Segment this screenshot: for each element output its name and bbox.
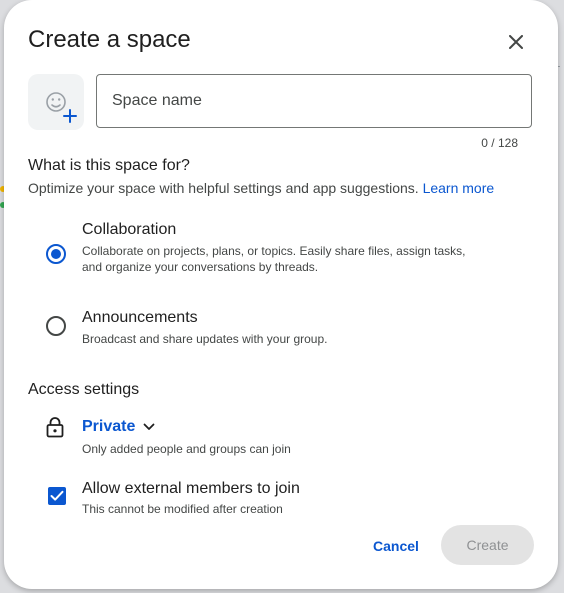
add-emoji-icon	[46, 92, 77, 123]
purpose-subtitle: Optimize your space with helpful setting…	[28, 180, 494, 196]
access-settings-heading: Access settings	[28, 381, 140, 398]
lock-icon	[46, 417, 64, 438]
character-counter: 0 / 128	[481, 136, 518, 150]
dialog-title: Create a space	[28, 26, 191, 53]
add-emoji-button[interactable]	[28, 74, 84, 130]
create-button[interactable]: Create	[441, 525, 534, 565]
access-dropdown[interactable]: Private	[82, 418, 155, 436]
purpose-subtitle-text: Optimize your space with helpful setting…	[28, 180, 419, 196]
close-button[interactable]	[500, 26, 532, 58]
space-name-input[interactable]	[96, 74, 532, 128]
learn-more-link[interactable]: Learn more	[423, 180, 495, 196]
cancel-button[interactable]: Cancel	[360, 526, 432, 566]
external-members-description: This cannot be modified after creation	[82, 502, 283, 516]
purpose-heading: What is this space for?	[28, 157, 190, 174]
chevron-down-icon	[143, 423, 155, 430]
external-members-checkbox[interactable]	[48, 487, 66, 505]
external-members-label: Allow external members to join	[82, 480, 300, 497]
announcements-description: Broadcast and share updates with your gr…	[82, 332, 328, 346]
collaboration-description: Collaborate on projects, plans, or topic…	[82, 244, 466, 274]
radio-unchecked-icon[interactable]	[46, 316, 66, 336]
checkbox-checked-icon	[50, 490, 64, 501]
access-value: Private	[82, 418, 136, 435]
radio-checked-icon[interactable]	[46, 244, 66, 264]
create-space-dialog: Create a space 0 / 128 What is this spac…	[4, 0, 558, 589]
announcements-label: Announcements	[82, 309, 198, 326]
close-icon	[509, 35, 523, 49]
access-description: Only added people and groups can join	[82, 442, 291, 456]
collaboration-label: Collaboration	[82, 221, 177, 238]
